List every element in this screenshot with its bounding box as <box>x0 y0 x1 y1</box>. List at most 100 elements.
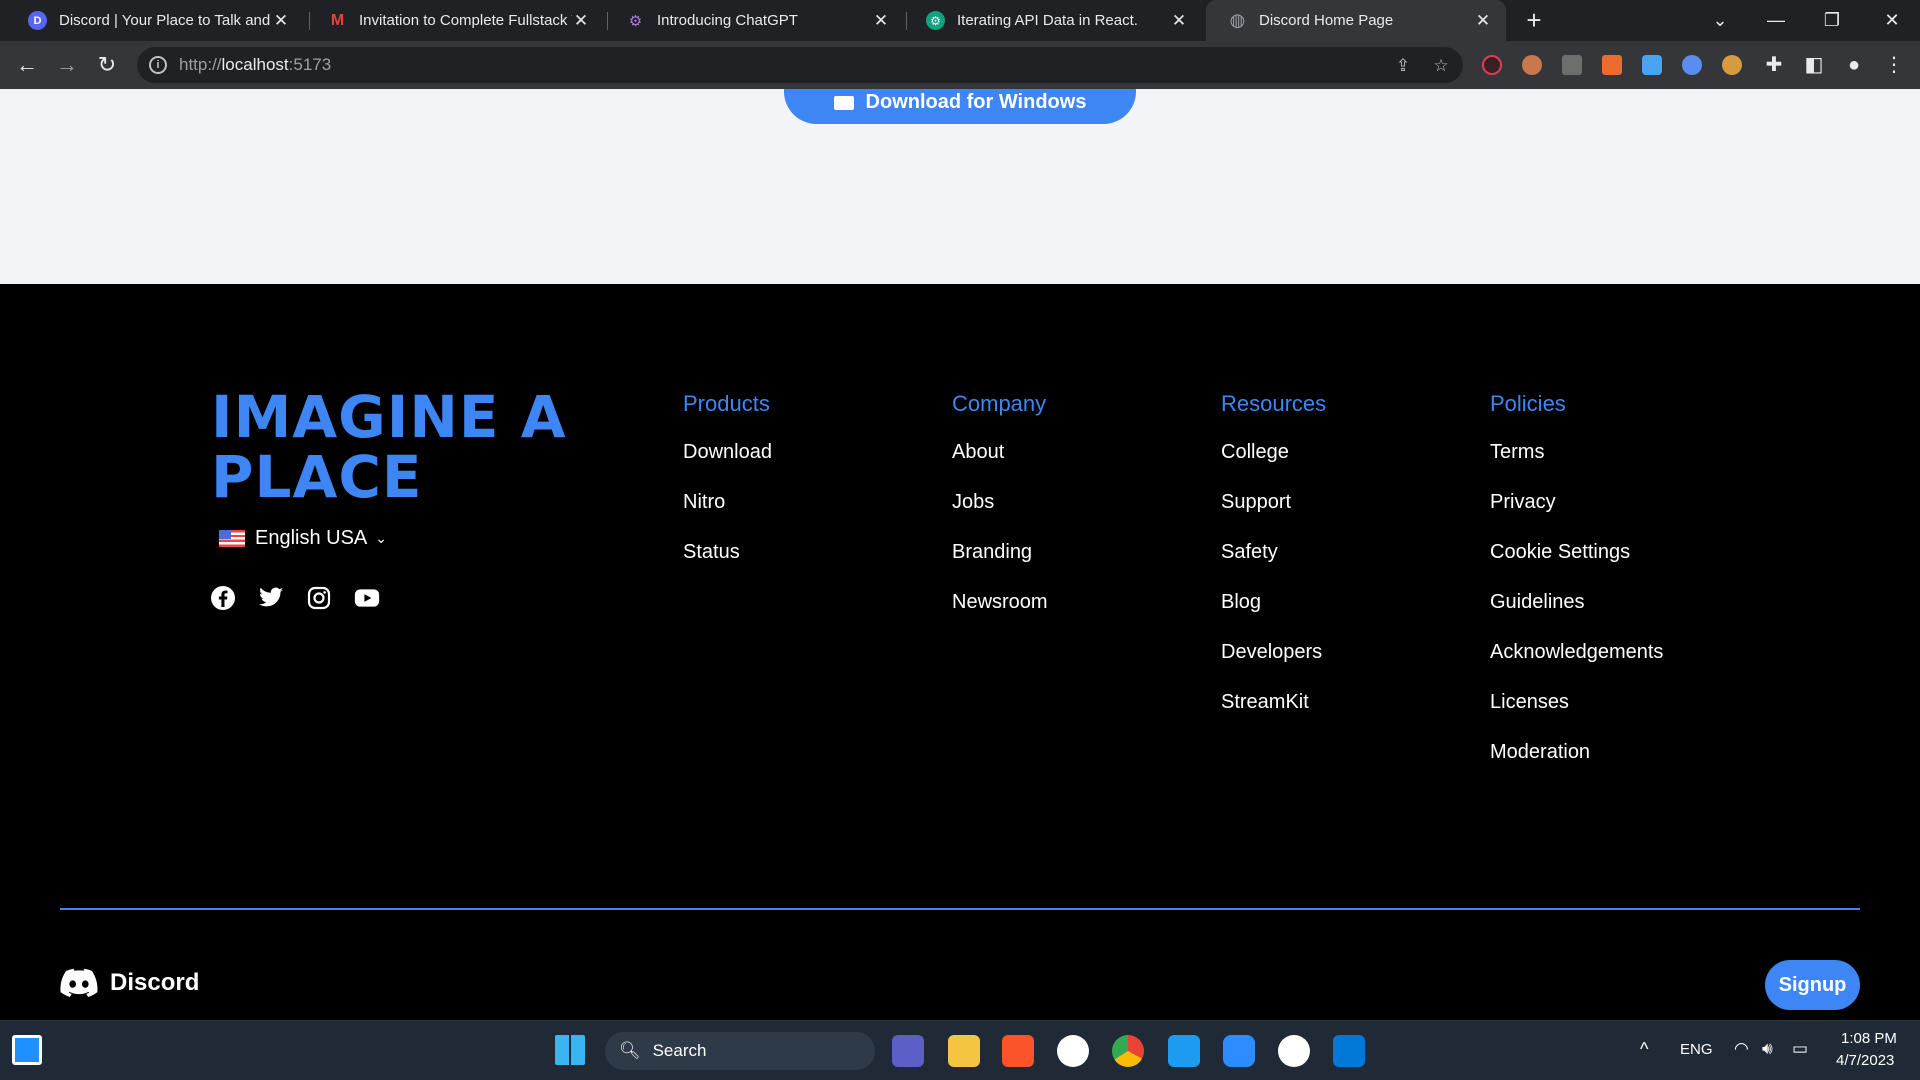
close-tab-icon[interactable]: ✕ <box>572 11 590 31</box>
download-windows-button[interactable]: Download for Windows <box>784 89 1136 124</box>
language-label: English USA <box>255 527 368 549</box>
clock-time[interactable]: 1:08 PM <box>1841 1030 1897 1047</box>
footer-link-licenses[interactable]: Licenses <box>1490 691 1663 741</box>
tab-chatgpt[interactable]: ⚙ Introducing ChatGPT ✕ <box>604 0 904 41</box>
twitter-icon[interactable] <box>258 585 284 611</box>
tray-chevron-up-icon[interactable]: ^ <box>1640 1039 1648 1060</box>
extension-pen-icon[interactable] <box>1562 55 1582 75</box>
footer-link-jobs[interactable]: Jobs <box>952 491 1048 541</box>
footer-link-safety[interactable]: Safety <box>1221 541 1326 591</box>
footer-link-about[interactable]: About <box>952 441 1048 491</box>
footer-column-resources: Resources College Support Safety Blog De… <box>1221 391 1326 741</box>
browser-toolbar: ← → ↻ i http://localhost:5173 ⇪ ☆ ✚ ◧ ● … <box>0 41 1920 89</box>
back-arrow-icon[interactable]: ← <box>13 51 41 79</box>
close-tab-icon[interactable]: ✕ <box>872 11 890 31</box>
footer-link-guidelines[interactable]: Guidelines <box>1490 591 1663 641</box>
chrome-icon[interactable] <box>1112 1035 1144 1067</box>
clock-date[interactable]: 4/7/2023 <box>1836 1052 1894 1069</box>
taskbar-search[interactable]: 🔍︎ Search <box>605 1032 875 1070</box>
footer-link-streamkit[interactable]: StreamKit <box>1221 691 1326 741</box>
brand-name: Discord <box>110 969 200 996</box>
close-window-button[interactable]: ✕ <box>1864 0 1920 41</box>
footer-brand-logo[interactable]: Discord <box>60 968 199 998</box>
restore-button[interactable]: ❐ <box>1804 0 1860 41</box>
footer-link-branding[interactable]: Branding <box>952 541 1048 591</box>
close-tab-icon[interactable]: ✕ <box>1170 11 1188 31</box>
share-icon[interactable]: ⇪ <box>1393 56 1413 76</box>
browser-menu-icon[interactable]: ⋮ <box>1880 51 1908 79</box>
side-panel-icon[interactable]: ◧ <box>1800 51 1828 79</box>
footer-link-developers[interactable]: Developers <box>1221 641 1326 691</box>
address-bar[interactable]: i http://localhost:5173 ⇪ ☆ <box>137 47 1463 83</box>
footer-link-newsroom[interactable]: Newsroom <box>952 591 1048 641</box>
app-w-icon[interactable] <box>1278 1035 1310 1067</box>
extension-owl-icon[interactable] <box>1522 55 1542 75</box>
tab-title: Invitation to Complete Fullstack Task <box>359 12 572 29</box>
hero-section: Download for Windows <box>0 89 1920 284</box>
column-heading: Company <box>952 391 1047 416</box>
extension-screen-icon[interactable] <box>1642 55 1662 75</box>
extension-orange-icon[interactable] <box>1602 55 1622 75</box>
minimize-button[interactable]: — <box>1748 0 1804 41</box>
footer-link-nitro[interactable]: Nitro <box>683 491 772 541</box>
volume-icon[interactable]: 🔊︎ <box>1762 1039 1773 1059</box>
browser-tab-bar: D Discord | Your Place to Talk and Hang … <box>0 0 1920 41</box>
chevron-down-icon: ⌄ <box>375 530 388 546</box>
tab-search-icon[interactable]: ⌄ <box>1692 0 1748 41</box>
footer: IMAGINE A PLACE English USA ⌄ Products D… <box>0 284 1920 1020</box>
vscode-icon[interactable] <box>1333 1035 1365 1067</box>
extension-cookie-icon[interactable] <box>1722 55 1742 75</box>
language-selector[interactable]: English USA ⌄ <box>219 527 387 550</box>
site-info-icon[interactable]: i <box>149 56 167 74</box>
file-explorer-icon[interactable] <box>948 1035 980 1067</box>
new-tab-button[interactable]: + <box>1520 6 1548 34</box>
signup-button[interactable]: Signup <box>1765 960 1860 1010</box>
discord-favicon-icon: D <box>28 11 47 30</box>
forward-arrow-icon[interactable]: → <box>53 51 81 79</box>
battery-icon[interactable]: ▭ <box>1792 1039 1808 1059</box>
zoom-icon[interactable] <box>1223 1035 1255 1067</box>
tab-discord[interactable]: D Discord | Your Place to Talk and Hang … <box>6 0 304 41</box>
input-language[interactable]: ENG <box>1680 1041 1713 1058</box>
instagram-icon[interactable] <box>306 585 332 611</box>
chatgpt-favicon-icon: ⚙ <box>628 12 643 30</box>
bookmark-star-icon[interactable]: ☆ <box>1431 56 1451 76</box>
windows-taskbar: 🔍︎ Search ^ ENG ◠ 🔊︎ ▭ 1:08 PM 4/7/2023 <box>0 1020 1920 1080</box>
tab-openai[interactable]: ⚙ Iterating API Data in React. ✕ <box>904 0 1202 41</box>
column-heading: Products <box>683 391 770 416</box>
youtube-icon[interactable] <box>354 585 380 611</box>
footer-link-college[interactable]: College <box>1221 441 1326 491</box>
footer-link-support[interactable]: Support <box>1221 491 1326 541</box>
slack-icon[interactable] <box>1057 1035 1089 1067</box>
launcher-l-icon[interactable] <box>1168 1035 1200 1067</box>
widgets-icon[interactable] <box>12 1035 42 1065</box>
footer-link-acknowledgements[interactable]: Acknowledgements <box>1490 641 1663 691</box>
footer-link-terms[interactable]: Terms <box>1490 441 1663 491</box>
reload-icon[interactable]: ↻ <box>93 51 121 79</box>
taskbar-search-label: Search <box>652 1041 707 1060</box>
footer-link-download[interactable]: Download <box>683 441 772 491</box>
brave-browser-icon[interactable] <box>1002 1035 1034 1067</box>
download-button-label: Download for Windows <box>865 91 1087 113</box>
tab-title: Introducing ChatGPT <box>657 12 798 29</box>
close-tab-icon[interactable]: ✕ <box>272 11 290 31</box>
footer-link-blog[interactable]: Blog <box>1221 591 1326 641</box>
footer-link-privacy[interactable]: Privacy <box>1490 491 1663 541</box>
tab-discord-home-active[interactable]: ◍ Discord Home Page ✕ <box>1206 0 1506 41</box>
extension-record-icon[interactable] <box>1482 55 1502 75</box>
footer-link-status[interactable]: Status <box>683 541 772 591</box>
extension-compass-icon[interactable] <box>1682 55 1702 75</box>
facebook-icon[interactable] <box>210 585 236 611</box>
teams-icon[interactable] <box>892 1035 924 1067</box>
footer-link-cookie-settings[interactable]: Cookie Settings <box>1490 541 1663 591</box>
wifi-icon[interactable]: ◠ <box>1734 1039 1749 1059</box>
close-tab-icon[interactable]: ✕ <box>1474 11 1492 31</box>
profile-avatar-icon[interactable]: ● <box>1840 51 1868 79</box>
footer-link-moderation[interactable]: Moderation <box>1490 741 1663 791</box>
tab-gmail[interactable]: M Invitation to Complete Fullstack Task … <box>306 0 604 41</box>
windows-start-icon[interactable] <box>555 1035 585 1065</box>
extensions-puzzle-icon[interactable]: ✚ <box>1760 51 1788 79</box>
column-heading: Policies <box>1490 391 1566 416</box>
tab-title: Iterating API Data in React. <box>957 12 1138 29</box>
column-heading: Resources <box>1221 391 1327 416</box>
